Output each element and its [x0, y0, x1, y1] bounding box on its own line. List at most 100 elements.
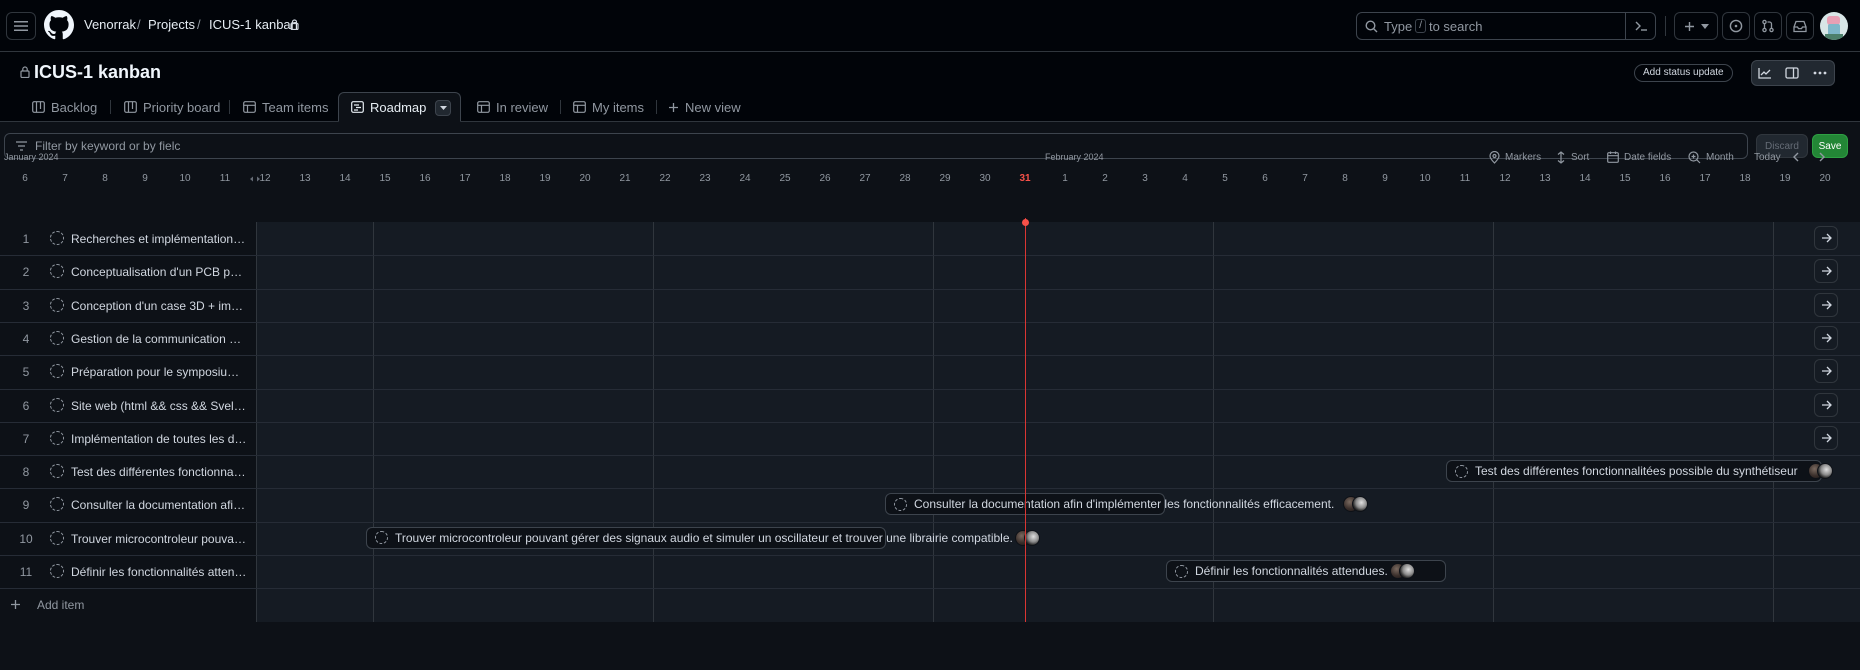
add-item-button[interactable]: Add item [0, 588, 257, 621]
tab-roadmap[interactable]: Roadmap [338, 92, 461, 122]
github-logo-icon[interactable] [44, 10, 74, 40]
roadmap-grid: 1 Recherches et implémentation … 2 Conceptu… [0, 222, 1860, 622]
breadcrumb-project[interactable]: ICUS-1 kanban [209, 17, 298, 32]
assignee-avatars[interactable] [1015, 529, 1041, 546]
timeline-day-label: 18 [1739, 173, 1751, 184]
create-new-button[interactable] [1674, 12, 1718, 40]
row-title[interactable]: Conceptualisation d'un PCB po… [71, 265, 247, 279]
timeline-day-label: 26 [819, 173, 831, 184]
draft-status-icon [375, 531, 388, 545]
timeline-day-label: 17 [1699, 173, 1711, 184]
timeline-item-bar[interactable]: Test des différentes fonctionnalitées po… [1446, 460, 1822, 483]
tab-in-review[interactable]: In review [477, 92, 548, 122]
timeline-day-label: 10 [1419, 173, 1431, 184]
timeline-day-label: 14 [1579, 173, 1591, 184]
draft-status-icon [50, 297, 64, 312]
project-more-options-button[interactable] [1805, 60, 1835, 86]
pull-requests-button[interactable] [1754, 12, 1782, 40]
timeline-item-label: Définir les fonctionnalités attendues. [1195, 564, 1388, 578]
scroll-to-item-button[interactable] [1814, 425, 1838, 450]
today-button[interactable]: Today [1754, 148, 1781, 166]
filter-input[interactable]: Filter by keyword or by fielc [4, 133, 1748, 159]
timeline-day-label: 15 [1619, 173, 1631, 184]
row-title[interactable]: Recherches et implémentation … [71, 232, 247, 246]
timeline-day-label: 9 [1382, 173, 1388, 184]
avatar [1352, 496, 1368, 513]
assignee-avatars[interactable] [1390, 563, 1416, 579]
draft-status-icon [894, 497, 907, 511]
tab-backlog[interactable]: Backlog [32, 92, 97, 122]
scroll-to-item-button[interactable] [1814, 325, 1838, 350]
row-title[interactable]: Préparation pour le symposium… [71, 365, 247, 379]
search-input[interactable]: Type / to search [1356, 12, 1656, 40]
sort-label: Sort [1571, 151, 1590, 163]
row-title[interactable]: Trouver microcontroleur pouva… [71, 532, 247, 546]
triangle-down-icon [439, 106, 447, 110]
add-status-update-button[interactable]: Add status update [1634, 64, 1733, 82]
date-fields-label: Date fields [1624, 151, 1672, 163]
arrow-right-icon [1821, 233, 1832, 243]
scroll-to-item-button[interactable] [1814, 259, 1838, 284]
hamburger-menu-button[interactable] [6, 12, 36, 40]
zoom-level-button[interactable]: Month [1688, 148, 1734, 166]
search-icon [1365, 19, 1378, 32]
plus-icon [669, 102, 678, 112]
timeline-day-label: 25 [779, 173, 791, 184]
timeline-day-label: 23 [699, 173, 711, 184]
timeline-day-label: 27 [859, 173, 871, 184]
timeline-day-label: 5 [1222, 173, 1228, 184]
draft-status-icon [1175, 564, 1188, 578]
next-period-button[interactable] [1818, 148, 1826, 166]
tab-label: In review [496, 99, 549, 115]
timeline-day-label: 2 [1102, 173, 1108, 184]
breadcrumb-projects[interactable]: Projects [148, 17, 195, 32]
timeline-day-label: 20 [1819, 173, 1831, 184]
scroll-to-item-button[interactable] [1814, 392, 1838, 417]
row-title[interactable]: Test des différentes fonctionnal… [71, 465, 247, 479]
sort-button[interactable]: Sort [1556, 148, 1589, 166]
tab-team-items[interactable]: Team items [243, 92, 328, 122]
row-divider [0, 321, 1860, 323]
tab-priority-board[interactable]: Priority board [124, 92, 220, 122]
draft-status-icon [50, 430, 64, 445]
side-panel-button[interactable] [1778, 60, 1806, 86]
scroll-to-item-button[interactable] [1814, 226, 1838, 250]
tab-label: Priority board [143, 99, 221, 115]
today-marker-dot [1022, 219, 1029, 226]
timeline-day-label: 20 [579, 173, 591, 184]
assignee-avatars[interactable] [1343, 496, 1369, 513]
project-title[interactable]: ICUS-1 kanban [34, 62, 161, 83]
view-options-dropdown[interactable] [435, 100, 451, 116]
row-title[interactable]: Gestion de la communication … [71, 332, 247, 346]
issues-button[interactable] [1722, 12, 1750, 40]
timeline-day-label: 16 [419, 173, 431, 184]
assignee-avatars[interactable] [1808, 463, 1834, 480]
notifications-button[interactable] [1786, 12, 1814, 40]
row-title[interactable]: Site web (html && css && Svel… [71, 399, 247, 413]
markers-button[interactable]: Markers [1489, 148, 1541, 166]
timeline-day-label: 24 [739, 173, 751, 184]
row-title[interactable]: Consulter la documentation afi… [71, 498, 247, 512]
timeline-item-bar[interactable]: Trouver microcontroleur pouvant gérer de… [366, 526, 1013, 549]
timeline-day-label: 7 [62, 173, 68, 184]
breadcrumb-owner[interactable]: Venorrak [84, 17, 136, 32]
previous-period-button[interactable] [1792, 148, 1800, 166]
row-title[interactable]: Conception d'un case 3D + im… [71, 299, 247, 313]
calendar-icon [1607, 151, 1619, 163]
row-title[interactable]: Définir les fonctionnalités atten… [71, 565, 247, 579]
scroll-to-item-button[interactable] [1814, 292, 1838, 317]
avatar [1817, 463, 1833, 480]
scroll-to-item-button[interactable] [1814, 359, 1838, 384]
tab-my-items[interactable]: My items [573, 92, 644, 122]
inbox-icon [1793, 20, 1807, 32]
new-view-button[interactable]: New view [668, 92, 741, 122]
tab-label: My items [592, 99, 644, 115]
date-fields-button[interactable]: Date fields [1607, 148, 1671, 166]
row-number: 6 [22, 398, 30, 413]
insights-button[interactable] [1751, 60, 1779, 86]
row-title[interactable]: Implémentation de toutes les d… [71, 432, 247, 446]
command-palette-button[interactable] [1625, 12, 1655, 40]
draft-status-icon [50, 464, 64, 479]
sort-arrows-icon [1557, 150, 1565, 164]
user-avatar[interactable] [1820, 12, 1848, 40]
